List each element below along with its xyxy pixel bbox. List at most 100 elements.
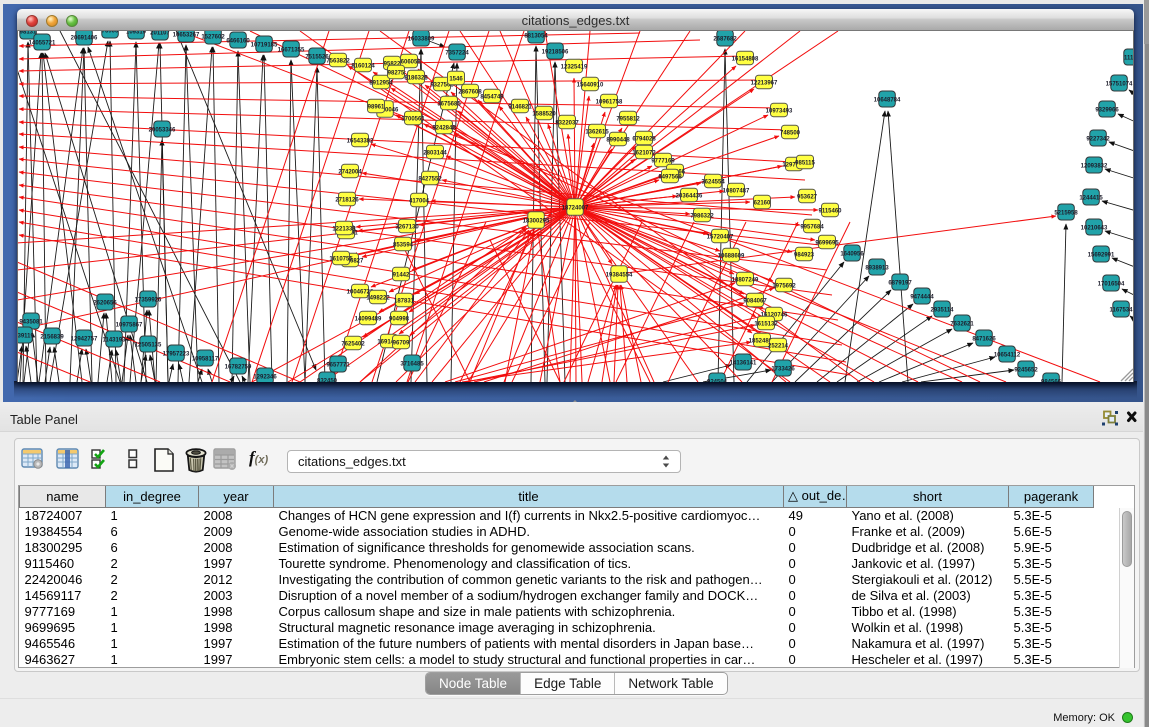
svg-text:1167534: 1167534 [1109,308,1133,314]
svg-text:19218506: 19218506 [542,50,569,56]
svg-text:10653267: 10653267 [173,33,200,39]
svg-text:16543382: 16543382 [347,139,374,145]
svg-text:748500: 748500 [780,131,801,137]
svg-text:14136141: 14136141 [730,361,757,367]
svg-text:15720407: 15720407 [707,235,734,241]
svg-text:1292346: 1292346 [253,375,277,381]
svg-text:98961: 98961 [368,105,385,111]
svg-text:17359926: 17359926 [135,298,162,304]
svg-text:939119: 939119 [17,334,35,340]
svg-text:15692991: 15692991 [1088,253,1115,259]
svg-text:76900: 76900 [102,31,119,35]
svg-text:8938913: 8938913 [865,266,889,272]
svg-text:201107: 201107 [150,31,170,37]
svg-text:924504: 924504 [707,380,728,382]
svg-text:20691406: 20691406 [71,36,98,42]
svg-text:9084067: 9084067 [743,299,767,305]
svg-text:9474444: 9474444 [910,295,934,301]
svg-text:3624554: 3624554 [701,180,725,186]
svg-text:8471626: 8471626 [972,337,996,343]
svg-text:8990448: 8990448 [606,138,630,144]
svg-text:984923: 984923 [794,253,815,259]
svg-text:10210643: 10210643 [1081,226,1108,232]
svg-text:11123: 11123 [1124,56,1134,62]
svg-text:9227342: 9227342 [1086,137,1110,143]
svg-text:14055721: 14055721 [29,41,56,47]
svg-text:1527602: 1527602 [201,35,225,41]
svg-text:8322037: 8322037 [555,121,579,127]
svg-text:12942757: 12942757 [71,337,98,343]
svg-text:1621072: 1621072 [632,151,656,157]
svg-text:10975867: 10975867 [116,323,143,329]
svg-text:8813054: 8813054 [524,34,548,40]
svg-text:10958117: 10958117 [192,357,219,363]
svg-text:984566: 984566 [1041,380,1062,382]
svg-text:18807249: 18807249 [732,278,759,284]
svg-text:12213967: 12213967 [751,81,778,87]
svg-text:8186328: 8186328 [404,76,428,82]
svg-text:7632621: 7632621 [950,322,974,328]
svg-text:8454749: 8454749 [480,95,504,101]
svg-text:9435081: 9435081 [19,320,43,326]
svg-text:3267130: 3267130 [395,225,419,231]
svg-text:10807487: 10807487 [723,189,750,195]
svg-text:6497568: 6497568 [658,175,682,181]
svg-text:96709: 96709 [393,341,410,347]
svg-text:9329966: 9329966 [1095,108,1119,114]
svg-text:16033809: 16033809 [408,37,435,43]
svg-text:2687682: 2687682 [713,37,737,43]
svg-text:1546: 1546 [449,77,463,83]
svg-text:9657771: 9657771 [326,363,350,369]
svg-text:10961758: 10961758 [596,100,623,106]
svg-text:1975692: 1975692 [772,284,796,290]
svg-text:904998: 904998 [389,317,410,323]
svg-text:7955812: 7955812 [616,117,640,123]
svg-text:1615132: 1615132 [754,322,778,328]
svg-text:15751074: 15751074 [1106,82,1133,88]
svg-text:6466160: 6466160 [226,39,250,45]
svg-text:19384554: 19384554 [606,273,633,279]
svg-text:8160124: 8160124 [351,64,375,70]
svg-text:953627: 953627 [797,195,818,201]
svg-text:17957223: 17957223 [163,352,190,358]
svg-text:18300295: 18300295 [523,219,550,225]
svg-text:12325419: 12325419 [561,65,588,71]
svg-text:8427552: 8427552 [418,177,442,183]
svg-text:16782759: 16782759 [225,365,252,371]
svg-text:7357224: 7357224 [445,51,469,57]
svg-text:417004: 417004 [409,199,430,205]
svg-text:1733426: 1733426 [771,367,795,373]
svg-text:2620656: 2620656 [93,301,117,307]
svg-text:2803144: 2803144 [423,151,447,157]
svg-text:10719185: 10719185 [251,43,278,49]
svg-text:15640910: 15640910 [577,83,604,89]
svg-text:5215958: 5215958 [1054,211,1078,217]
svg-text:2156839: 2156839 [40,335,64,341]
svg-text:1143193: 1143193 [102,338,126,344]
svg-text:10648784: 10648784 [874,98,901,104]
svg-text:853594: 853594 [393,243,414,249]
svg-text:10973493: 10973493 [766,109,793,115]
svg-text:62160: 62160 [754,201,771,207]
svg-text:2867608: 2867608 [458,90,482,96]
svg-text:9115460: 9115460 [818,209,842,215]
svg-text:9699695: 9699695 [815,241,839,247]
svg-text:98275: 98275 [388,71,405,77]
svg-text:1640956: 1640956 [840,252,864,258]
svg-text:14099489: 14099489 [355,317,382,323]
svg-text:16154808: 16154808 [732,57,759,63]
svg-text:6879197: 6879197 [888,281,912,287]
svg-text:10688609: 10688609 [718,254,745,260]
svg-text:832450: 832450 [317,379,338,382]
svg-text:3675685: 3675685 [437,102,461,108]
svg-text:16671355: 16671355 [278,48,305,54]
svg-text:109319: 109319 [126,31,147,36]
svg-text:187831: 187831 [394,299,415,305]
svg-text:1588520: 1588520 [532,112,556,118]
svg-text:6794028: 6794028 [632,137,656,143]
svg-text:1498222: 1498222 [366,296,390,302]
svg-text:12505135: 12505135 [135,343,162,349]
svg-text:1244415: 1244415 [1079,196,1103,202]
svg-text:1700561: 1700561 [401,117,425,123]
svg-text:9146821: 9146821 [508,105,532,111]
